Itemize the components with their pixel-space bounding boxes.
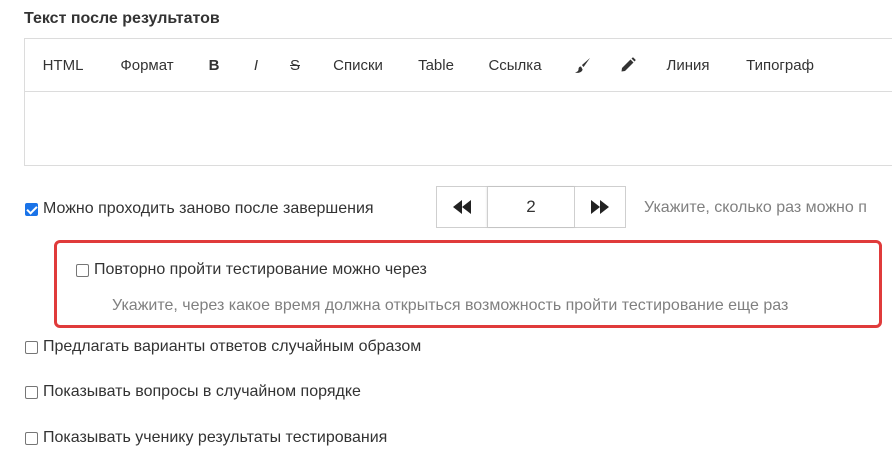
bold-button[interactable]: B [193,39,235,92]
retake-count-input[interactable] [487,187,575,227]
random-answers-option[interactable]: Предлагать варианты ответов случайным об… [25,337,421,357]
retake-delay-label: Повторно пройти тестирование можно через [94,261,427,278]
retake-delay-hint: Укажите, через какое время должна открыт… [112,297,789,314]
random-answers-checkbox[interactable] [25,340,38,354]
backward-icon [453,200,471,214]
strikethrough-button[interactable]: S [277,39,313,92]
decrease-button[interactable] [437,187,487,227]
random-questions-checkbox[interactable] [25,385,38,399]
retake-checkbox[interactable] [25,202,38,216]
retake-delay-option[interactable]: Повторно пройти тестирование можно через [76,260,427,280]
random-questions-option[interactable]: Показывать вопросы в случайном порядке [25,382,361,402]
random-answers-label: Предлагать варианты ответов случайным об… [43,338,422,355]
brush-icon[interactable] [561,39,603,92]
random-questions-label: Показывать вопросы в случайном порядке [43,383,361,400]
link-button[interactable]: Ссылка [469,39,561,92]
html-button[interactable]: HTML [25,39,101,92]
editor-toolbar: HTML Формат B I S Списки Table Ссылка Ли… [25,39,892,92]
retake-count-hint: Укажите, сколько раз можно п [644,199,867,216]
retake-count-stepper [436,186,626,228]
increase-button[interactable] [575,187,625,227]
retake-delay-checkbox[interactable] [76,263,89,277]
rich-text-editor: HTML Формат B I S Списки Table Ссылка Ли… [24,38,892,166]
show-results-option[interactable]: Показывать ученику результаты тестирован… [25,428,387,448]
lists-button[interactable]: Списки [313,39,403,92]
retake-label: Можно проходить заново после завершения [43,200,374,217]
typograph-button[interactable]: Типограф [723,39,837,92]
pencil-icon[interactable] [603,39,653,92]
show-results-checkbox[interactable] [25,431,38,445]
italic-button[interactable]: I [235,39,277,92]
table-button[interactable]: Table [403,39,469,92]
forward-icon [591,200,609,214]
line-button[interactable]: Линия [653,39,723,92]
section-title: Текст после результатов [24,10,220,27]
show-results-label: Показывать ученику результаты тестирован… [43,429,388,446]
editor-content-area[interactable] [25,93,892,165]
format-button[interactable]: Формат [101,39,193,92]
retake-option[interactable]: Можно проходить заново после завершения [25,199,374,219]
